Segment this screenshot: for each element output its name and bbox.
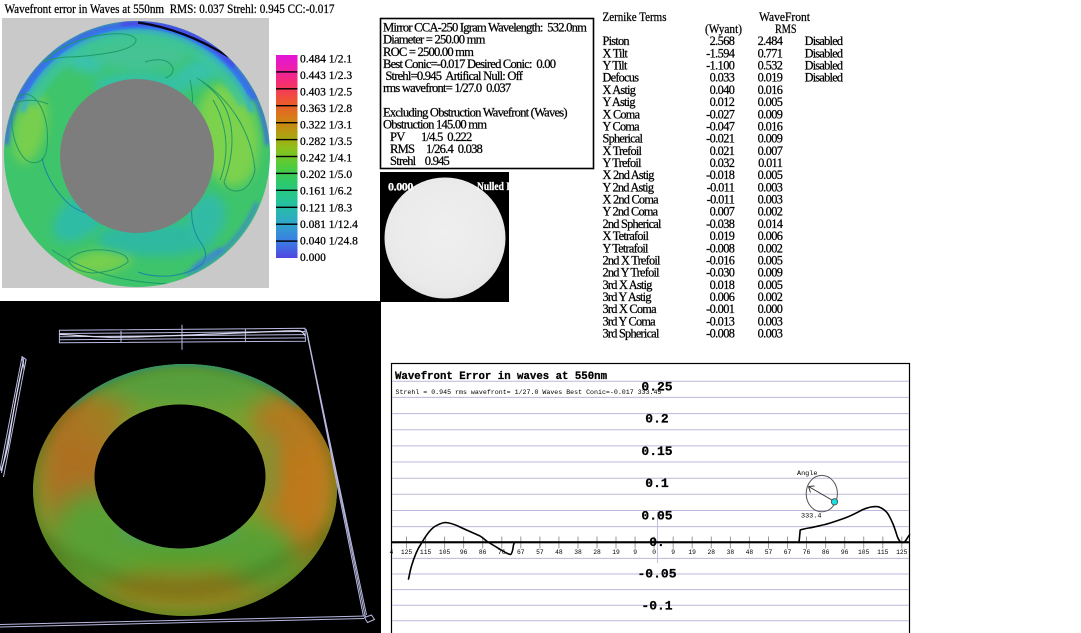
svg-text:-0.008: -0.008 bbox=[706, 327, 735, 341]
svg-text:0.242 1/4.1: 0.242 1/4.1 bbox=[300, 153, 352, 165]
svg-text:0.040 1/24.8: 0.040 1/24.8 bbox=[300, 235, 358, 247]
svg-text:0.15: 0.15 bbox=[641, 444, 672, 459]
svg-text:0.1: 0.1 bbox=[645, 476, 669, 491]
svg-text:96: 96 bbox=[841, 549, 849, 556]
svg-text:86: 86 bbox=[479, 549, 487, 556]
svg-text:Nulled I: Nulled I bbox=[477, 179, 510, 193]
svg-text:115: 115 bbox=[877, 549, 889, 556]
svg-text:48: 48 bbox=[746, 549, 754, 556]
svg-text:0.121 1/8.3: 0.121 1/8.3 bbox=[300, 202, 352, 214]
svg-text:0.081 1/12.4: 0.081 1/12.4 bbox=[300, 219, 358, 231]
svg-text:0.443 1/2.3: 0.443 1/2.3 bbox=[300, 70, 352, 82]
svg-text:105: 105 bbox=[858, 549, 870, 556]
svg-text:67: 67 bbox=[517, 549, 525, 556]
svg-text:Angle: Angle bbox=[797, 470, 817, 478]
svg-text:0.322 1/3.1: 0.322 1/3.1 bbox=[300, 120, 352, 132]
svg-text:57: 57 bbox=[765, 549, 773, 556]
svg-text:86: 86 bbox=[822, 549, 830, 556]
svg-text:48: 48 bbox=[555, 549, 563, 556]
svg-text:Wavefront Error in waves at 55: Wavefront Error in waves at 550nm bbox=[395, 371, 607, 383]
svg-text:0.000: 0.000 bbox=[300, 252, 326, 264]
svg-text:3rd Spherical: 3rd Spherical bbox=[603, 327, 660, 341]
svg-text:105: 105 bbox=[439, 549, 451, 556]
svg-text:Zernike Terms: Zernike Terms bbox=[603, 10, 667, 24]
svg-text:125: 125 bbox=[896, 549, 908, 556]
svg-text:0.363 1/2.8: 0.363 1/2.8 bbox=[300, 103, 352, 115]
svg-text:0.484 1/2.1: 0.484 1/2.1 bbox=[300, 53, 352, 65]
svg-text:rms wavefront= 1/27.0 0.037: rms wavefront= 1/27.0 0.037 bbox=[383, 81, 511, 95]
svg-text:Wavefront error in Waves at 55: Wavefront error in Waves at 550nm RMS: 0… bbox=[5, 2, 335, 16]
svg-text:0.003: 0.003 bbox=[758, 327, 783, 341]
svg-text:Disabled: Disabled bbox=[805, 71, 843, 85]
svg-text:28: 28 bbox=[593, 549, 601, 556]
svg-text:-0.1: -0.1 bbox=[641, 599, 672, 614]
svg-text:57: 57 bbox=[536, 549, 544, 556]
svg-text:0.: 0. bbox=[649, 535, 665, 550]
svg-text:0.403 1/2.5: 0.403 1/2.5 bbox=[300, 86, 352, 98]
svg-text:96: 96 bbox=[460, 549, 468, 556]
svg-text:0.000: 0.000 bbox=[388, 180, 413, 194]
svg-text:115: 115 bbox=[420, 549, 432, 556]
svg-text:4: 4 bbox=[390, 549, 394, 556]
svg-text:125: 125 bbox=[401, 549, 413, 556]
svg-text:Strehl = 0.945 rms wavefront=: Strehl = 0.945 rms wavefront= 1/27.0 Wav… bbox=[396, 389, 662, 397]
svg-text:0: 0 bbox=[652, 549, 656, 556]
svg-text:76: 76 bbox=[803, 549, 811, 556]
svg-text:9: 9 bbox=[671, 549, 675, 556]
svg-text:0.202 1/5.0: 0.202 1/5.0 bbox=[300, 169, 352, 181]
svg-text:9: 9 bbox=[633, 549, 637, 556]
svg-text:0.282 1/3.5: 0.282 1/3.5 bbox=[300, 136, 352, 148]
svg-text:333.4: 333.4 bbox=[801, 513, 821, 521]
svg-text:19: 19 bbox=[612, 549, 620, 556]
svg-text:19: 19 bbox=[688, 549, 696, 556]
svg-text:28: 28 bbox=[708, 549, 716, 556]
svg-text:Strehl 0.945: Strehl 0.945 bbox=[383, 154, 450, 168]
svg-text:38: 38 bbox=[574, 549, 582, 556]
svg-text:0.2: 0.2 bbox=[645, 412, 669, 427]
svg-text:67: 67 bbox=[784, 549, 792, 556]
svg-text:0.161 1/6.2: 0.161 1/6.2 bbox=[300, 186, 352, 198]
svg-text:-0.05: -0.05 bbox=[637, 566, 676, 581]
svg-text:38: 38 bbox=[727, 549, 735, 556]
svg-text:0.05: 0.05 bbox=[641, 509, 672, 524]
